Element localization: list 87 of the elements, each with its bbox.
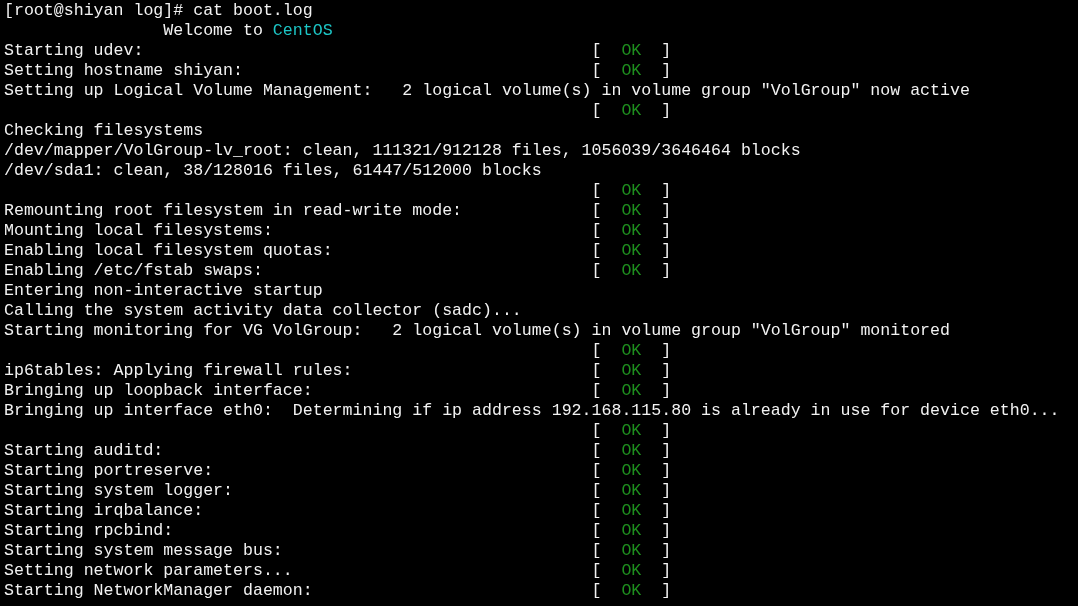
log-line: ip6tables: Applying firewall rules: [4, 361, 353, 380]
status-bracket: [ [591, 361, 602, 381]
status-ok-text: OK [621, 101, 642, 121]
status-ok-text: OK [621, 481, 642, 501]
status-bracket: ] [661, 481, 672, 501]
status-ok-text: OK [621, 501, 642, 521]
status-bracket: ] [661, 61, 672, 81]
status-bracket: ] [661, 541, 672, 561]
status-ok-text: OK [621, 61, 642, 81]
status-ok-text: OK [621, 541, 642, 561]
status-ok-text: OK [621, 381, 642, 401]
log-line: /dev/mapper/VolGroup-lv_root: clean, 111321/912128 files, 1056039/3646464 blocks [4, 141, 801, 161]
status-bracket: ] [661, 501, 672, 521]
status-bracket: ] [661, 581, 672, 601]
status-bracket: ] [661, 201, 672, 221]
log-line: Entering non-interactive startup [4, 281, 323, 301]
log-line: Starting portreserve: [4, 461, 214, 480]
status-bracket: ] [661, 181, 672, 201]
status-bracket: [ [591, 481, 602, 501]
status-bracket: [ [591, 241, 602, 261]
status-ok-text: OK [621, 341, 642, 361]
status-ok-text: OK [621, 41, 642, 61]
status-bracket: [ [591, 41, 602, 61]
log-line: Starting rpcbind: [4, 521, 174, 540]
status-bracket: ] [661, 221, 672, 241]
status-ok-text: OK [621, 221, 642, 241]
status-ok-text: OK [621, 521, 642, 541]
status-ok-text: OK [621, 561, 642, 581]
status-bracket: [ [591, 181, 602, 201]
status-ok-text: OK [621, 181, 642, 201]
status-ok-text: OK [621, 261, 642, 281]
log-line: Bringing up interface eth0: Determining if ip address 192.168.115.80 is already in use for device eth0... [4, 401, 1060, 421]
status-ok-text: OK [621, 461, 642, 481]
os-name-text: CentOS [272, 21, 333, 41]
status-bracket: ] [661, 341, 672, 361]
status-ok-text: OK [621, 441, 642, 461]
status-bracket: ] [661, 101, 672, 121]
status-bracket: ] [661, 461, 672, 481]
log-line: Checking filesystems [4, 121, 204, 141]
log-line: Starting udev: [4, 41, 144, 60]
status-bracket: [ [591, 261, 602, 281]
log-line: Remounting root filesystem in read-write mode: [4, 201, 463, 220]
status-bracket: [ [591, 101, 602, 121]
status-bracket: [ [591, 541, 602, 561]
log-line: Setting hostname shiyan: [4, 61, 243, 80]
status-bracket: [ [591, 61, 602, 81]
log-line: Setting network parameters... [4, 561, 293, 580]
status-bracket: [ [591, 581, 602, 601]
status-ok-text: OK [621, 581, 642, 601]
log-line: Starting monitoring for VG VolGroup: 2 logical volume(s) in volume group "VolGroup" monitored [4, 321, 950, 341]
status-bracket: ] [661, 41, 672, 61]
status-bracket: ] [661, 561, 672, 581]
log-line: Starting system logger: [4, 481, 234, 500]
status-ok-text: OK [621, 421, 642, 441]
status-bracket: ] [661, 361, 672, 381]
log-line: /dev/sda1: clean, 38/128016 files, 61447/512000 blocks [4, 161, 542, 181]
command-prompt-line: [root@shiyan log]# cat boot.log [4, 1, 313, 21]
status-bracket: [ [591, 521, 602, 541]
log-line: Calling the system activity data collector (sadc)... [4, 301, 522, 321]
status-bracket: [ [591, 381, 602, 401]
welcome-text: Welcome to [163, 21, 263, 41]
status-bracket: ] [661, 381, 672, 401]
log-line: Enabling /etc/fstab swaps: [4, 261, 263, 280]
log-line: Setting up Logical Volume Management: 2 logical volume(s) in volume group "VolGroup" now active [4, 81, 970, 101]
log-line: Starting auditd: [4, 441, 164, 460]
status-ok-text: OK [621, 361, 642, 381]
status-ok-text: OK [621, 201, 642, 221]
status-bracket: [ [591, 201, 602, 221]
log-line: Starting system message bus: [4, 541, 283, 560]
status-bracket: [ [591, 501, 602, 521]
status-bracket: ] [661, 441, 672, 461]
log-line: Starting irqbalance: [4, 501, 204, 520]
status-bracket: [ [591, 421, 602, 441]
status-bracket: [ [591, 561, 602, 581]
status-bracket: [ [591, 461, 602, 481]
log-line: Mounting local filesystems: [4, 221, 273, 240]
status-ok-text: OK [621, 241, 642, 261]
status-bracket: [ [591, 341, 602, 361]
status-bracket: [ [591, 221, 602, 241]
log-line: Enabling local filesystem quotas: [4, 241, 333, 260]
status-bracket: ] [661, 421, 672, 441]
status-bracket: ] [661, 521, 672, 541]
status-bracket: ] [661, 241, 672, 261]
status-bracket: ] [661, 261, 672, 281]
log-line: Bringing up loopback interface: [4, 381, 313, 400]
status-bracket: [ [591, 441, 602, 461]
log-line: Starting NetworkManager daemon: [4, 581, 313, 600]
